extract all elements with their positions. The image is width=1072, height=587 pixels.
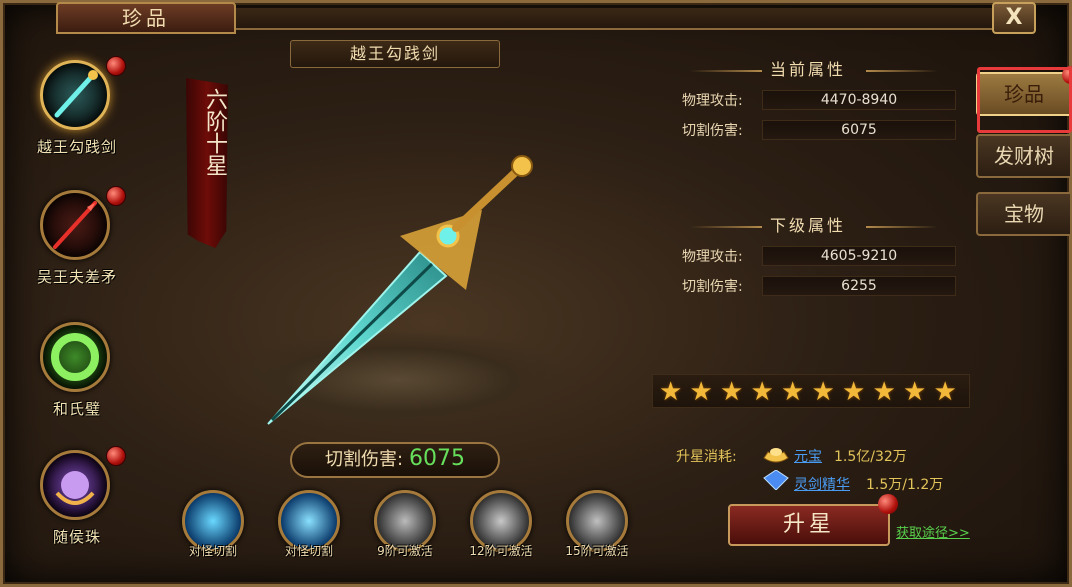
next-cut-label: 切割伤害: <box>682 279 743 295</box>
skill-slot[interactable]: 对怪切割 <box>274 490 344 570</box>
selection-highlight <box>977 67 1072 133</box>
ornament-line <box>866 70 938 72</box>
treasure-name: 越王勾践剑 <box>36 138 117 156</box>
current-cut-value: 6075 <box>762 120 956 140</box>
gold-ingot-icon <box>763 448 789 463</box>
next-attack-label: 物理攻击: <box>682 249 743 265</box>
alert-dot <box>106 186 126 206</box>
skill-label: 12阶可激活 <box>469 544 533 558</box>
cost-item-value: 1.5万/1.2万 <box>866 477 944 493</box>
tab-baowu[interactable]: 宝物 <box>976 192 1072 236</box>
current-attack-label: 物理攻击: <box>682 93 743 109</box>
ornament-line <box>690 226 762 228</box>
item-title: 越王勾践剑 <box>290 40 500 68</box>
next-attack-value: 4605-9210 <box>762 246 956 266</box>
skill-slot[interactable]: 15阶可激活 <box>562 490 632 570</box>
treasure-name: 和氏璧 <box>52 400 101 418</box>
alert-dot <box>106 56 126 76</box>
current-attrs-heading: 当前属性 <box>770 60 847 79</box>
damage-value: 6075 <box>409 446 466 471</box>
ornament-line <box>690 70 762 72</box>
next-cut-value: 6255 <box>762 276 956 296</box>
alert-dot <box>878 494 898 514</box>
jade-disc-icon <box>40 322 110 392</box>
star-icon: ★ <box>689 377 713 407</box>
treasure-name: 随侯珠 <box>52 528 101 546</box>
star-icon: ★ <box>781 377 805 407</box>
star-icon: ★ <box>872 377 896 407</box>
treasure-item-wuwang-spear[interactable]: 吴王夫差矛 <box>18 182 148 302</box>
tab-money-tree[interactable]: 发财树 <box>976 134 1072 178</box>
star-icon: ★ <box>903 377 927 407</box>
cost-item-value: 1.5亿/32万 <box>834 449 907 465</box>
ornament-line <box>866 226 938 228</box>
rank-text: 六阶十星 <box>202 88 227 176</box>
crystal-icon <box>763 470 789 490</box>
current-attack-value: 4470-8940 <box>762 90 956 110</box>
star-icon: ★ <box>933 377 957 407</box>
skill-label: 对怪切割 <box>188 544 237 558</box>
upgrade-star-button[interactable]: 升星 <box>728 504 890 546</box>
sword-icon <box>40 60 110 130</box>
pearl-icon <box>40 450 110 520</box>
star-icon: ★ <box>659 377 683 407</box>
damage-display: 切割伤害: 6075 <box>290 442 500 478</box>
skill-slot[interactable]: 9阶可激活 <box>370 490 440 570</box>
skill-slot[interactable]: 对怪切割 <box>178 490 248 570</box>
sword-artwork <box>267 155 533 425</box>
star-icon: ★ <box>842 377 866 407</box>
skill-label: 15阶可激活 <box>565 544 629 558</box>
skill-label: 9阶可激活 <box>377 544 433 558</box>
next-attrs-heading: 下级属性 <box>770 216 847 235</box>
current-cut-label: 切割伤害: <box>682 123 743 139</box>
star-rating: ★ ★ ★ ★ ★ ★ ★ ★ ★ ★ <box>652 374 970 408</box>
damage-label: 切割伤害: <box>324 449 404 470</box>
skill-row: 对怪切割 对怪切割 9阶可激活 12阶可激活 15阶可激活 <box>178 490 648 570</box>
title-bar <box>236 8 992 30</box>
treasure-list: 越王勾践剑 吴王夫差矛 和氏璧 随侯珠 <box>18 52 148 572</box>
alert-dot <box>106 446 126 466</box>
star-icon: ★ <box>750 377 774 407</box>
cost-item-name[interactable]: 元宝 <box>794 446 822 466</box>
window-title: 珍品 <box>56 2 236 34</box>
close-button[interactable]: X <box>992 2 1036 34</box>
cost-item-name[interactable]: 灵剑精华 <box>794 474 850 494</box>
rank-banner: 六阶十星 <box>186 78 228 248</box>
treasure-name: 吴王夫差矛 <box>36 268 117 286</box>
skill-slot[interactable]: 12阶可激活 <box>466 490 536 570</box>
treasure-item-heshi-jade[interactable]: 和氏璧 <box>18 314 148 434</box>
treasure-item-yuewang-sword[interactable]: 越王勾践剑 <box>18 52 148 172</box>
star-icon: ★ <box>811 377 835 407</box>
treasure-item-suihou-pearl[interactable]: 随侯珠 <box>18 442 148 562</box>
acquire-link[interactable]: 获取途径>> <box>896 522 970 541</box>
spear-icon <box>40 190 110 260</box>
star-icon: ★ <box>720 377 744 407</box>
cost-label: 升星消耗: <box>676 449 737 465</box>
skill-label: 对怪切割 <box>284 544 333 558</box>
